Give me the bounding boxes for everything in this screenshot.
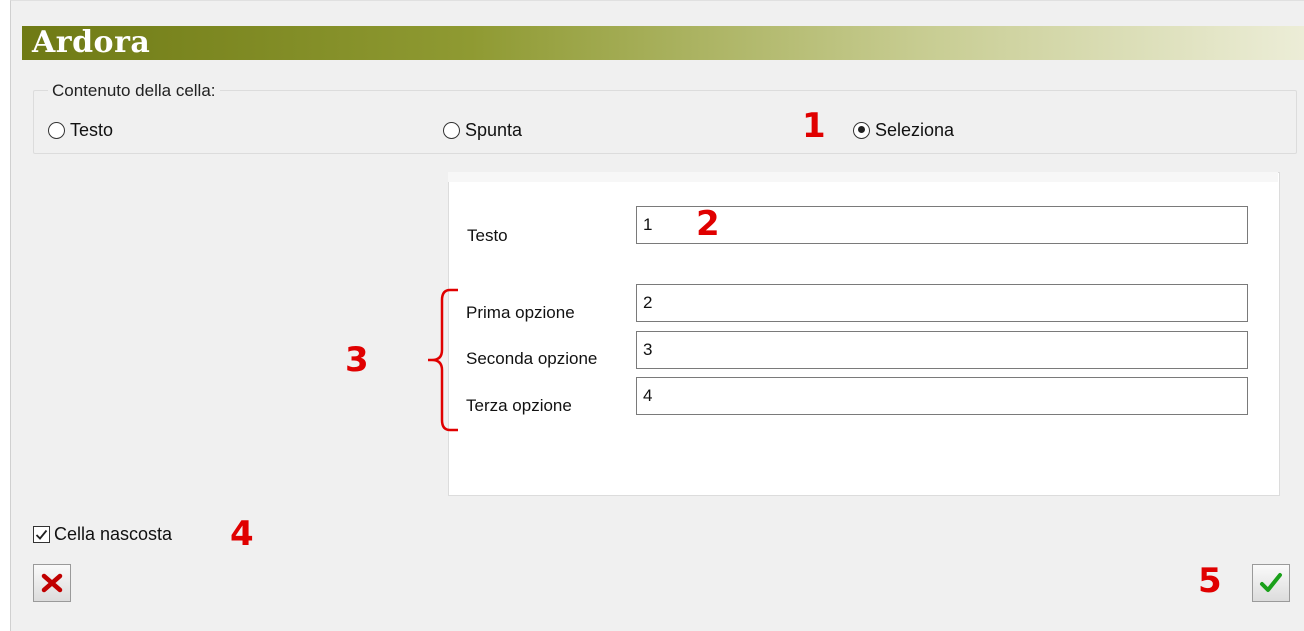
text-label: Testo xyxy=(467,226,508,245)
radio-button-icon[interactable] xyxy=(443,121,460,139)
group-legend: Contenuto della cella: xyxy=(48,81,220,101)
hidden-cell-checkbox[interactable]: Cella nascosta xyxy=(33,522,172,546)
green-check-icon xyxy=(1260,573,1282,592)
cancel-button[interactable] xyxy=(33,564,71,602)
text-field[interactable] xyxy=(636,206,1248,244)
radio-button-selected-icon[interactable] xyxy=(853,121,870,139)
option2-field[interactable] xyxy=(636,331,1248,369)
red-x-icon xyxy=(41,573,63,593)
option1-label: Prima opzione xyxy=(466,303,575,322)
hidden-cell-label: Cella nascosta xyxy=(54,523,173,544)
option3-label: Terza opzione xyxy=(466,396,572,415)
option2-label: Seconda opzione xyxy=(466,349,598,368)
radio-button-icon[interactable] xyxy=(48,121,65,139)
radio-spunta[interactable]: Spunta xyxy=(443,118,522,142)
cell-content-group: Contenuto della cella: xyxy=(33,81,1297,154)
brace-icon xyxy=(428,288,458,432)
option1-field[interactable] xyxy=(636,284,1248,322)
option3-field[interactable] xyxy=(636,377,1248,415)
radio-testo[interactable]: Testo xyxy=(48,118,113,142)
annotation-1: 1 xyxy=(802,106,826,146)
radio-seleziona[interactable]: Seleziona xyxy=(853,118,954,142)
options-panel-header xyxy=(448,172,1278,182)
title-bar: Ardora xyxy=(22,26,1304,60)
annotation-4: 4 xyxy=(230,514,254,554)
annotation-5: 5 xyxy=(1198,561,1222,601)
confirm-button[interactable] xyxy=(1252,564,1290,602)
checkbox-checked-icon[interactable] xyxy=(33,525,50,543)
radio-spunta-label: Spunta xyxy=(465,119,523,140)
annotation-3: 3 xyxy=(345,340,369,380)
app-title: Ardora xyxy=(32,25,151,60)
radio-seleziona-label: Seleziona xyxy=(875,119,955,140)
annotation-2: 2 xyxy=(696,204,720,244)
radio-testo-label: Testo xyxy=(70,119,114,140)
